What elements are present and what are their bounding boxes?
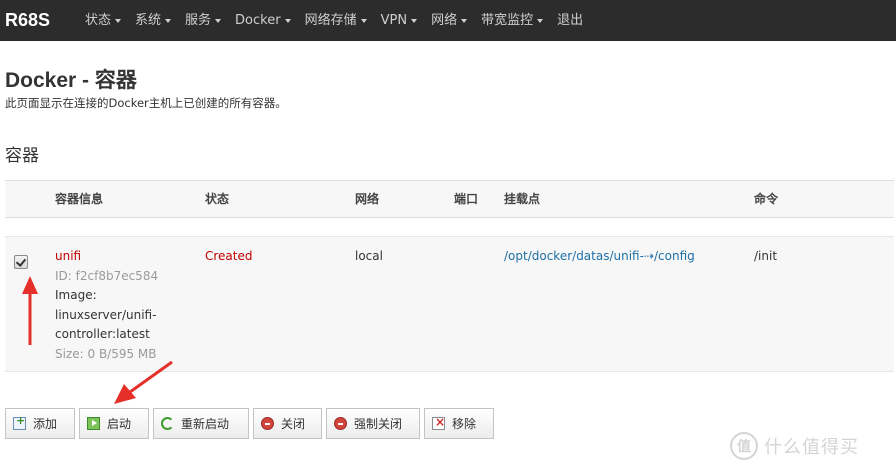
container-id: ID: f2cf8b7ec584	[55, 268, 159, 283]
menu-status[interactable]: 状态	[78, 0, 128, 41]
kill-button[interactable]: 强制关闭	[326, 408, 420, 439]
watermark-text: 什么值得买	[764, 437, 859, 458]
caret-down-icon	[115, 18, 122, 23]
col-command: 命令	[754, 192, 779, 206]
caret-down-icon	[537, 18, 544, 23]
stop-icon	[261, 417, 274, 430]
row-select-checkbox[interactable]	[14, 255, 28, 269]
col-container-info: 容器信息	[55, 192, 104, 206]
caret-down-icon	[165, 18, 172, 23]
restart-icon	[161, 417, 174, 430]
menu-bandwidth[interactable]: 带宽监控	[474, 0, 550, 41]
container-network: local	[355, 249, 383, 263]
col-mounts: 挂载点	[504, 192, 541, 206]
col-network: 网络	[355, 192, 380, 206]
col-status: 状态	[205, 192, 230, 206]
container-image-label: Image:	[55, 288, 97, 302]
container-status: Created	[205, 249, 253, 263]
restart-button[interactable]: 重新启动	[153, 408, 249, 439]
add-icon	[13, 414, 26, 430]
action-toolbar: 添加 启动 重新启动 关闭 强制关闭 移除	[5, 408, 494, 439]
menu-vpn[interactable]: VPN	[374, 0, 424, 41]
caret-down-icon	[461, 18, 468, 23]
menu-services[interactable]: 服务	[178, 0, 228, 41]
kill-icon	[334, 417, 347, 430]
add-button[interactable]: 添加	[5, 408, 75, 439]
start-icon	[87, 417, 100, 430]
watermark: 值 什么值得买	[730, 432, 859, 460]
container-image-line2: controller:latest	[55, 327, 150, 341]
remove-icon	[432, 415, 445, 430]
brand-logo[interactable]: R68S	[0, 10, 78, 31]
start-button[interactable]: 启动	[79, 408, 149, 439]
caret-down-icon	[215, 18, 222, 23]
page-description: 此页面显示在连接的Docker主机上已创建的所有容器。	[5, 96, 287, 110]
remove-button[interactable]: 移除	[424, 408, 494, 439]
top-navbar: R68S 状态 系统 服务 Docker 网络存储 VPN 网络 带宽监控 退出	[0, 0, 896, 41]
caret-down-icon	[360, 18, 367, 23]
container-info-cell: unifi ID: f2cf8b7ec584 Image: linuxserve…	[55, 247, 158, 364]
page-title: Docker - 容器	[5, 69, 137, 92]
menu-docker[interactable]: Docker	[228, 0, 298, 41]
watermark-logo: 值	[730, 432, 758, 460]
col-ports: 端口	[454, 192, 479, 206]
caret-down-icon	[284, 18, 291, 23]
stop-button[interactable]: 关闭	[253, 408, 322, 439]
container-name-link[interactable]: unifi	[55, 247, 158, 267]
menu-network[interactable]: 网络	[424, 0, 474, 41]
menu-system[interactable]: 系统	[128, 0, 178, 41]
container-image-line1: linuxserver/unifi-	[55, 307, 157, 322]
section-title: 容器	[5, 146, 39, 166]
main-menu: 状态 系统 服务 Docker 网络存储 VPN 网络 带宽监控 退出	[78, 0, 590, 41]
menu-nas[interactable]: 网络存储	[298, 0, 374, 41]
container-size: Size: 0 B/595 MB	[55, 346, 157, 361]
menu-logout[interactable]: 退出	[550, 0, 590, 41]
container-mounts[interactable]: /opt/docker/datas/unifi-⇢/config	[504, 247, 695, 267]
container-command: /init	[754, 249, 778, 263]
table-row: unifi ID: f2cf8b7ec584 Image: linuxserve…	[5, 236, 894, 372]
table-header: 容器信息 状态 网络 端口 挂载点 命令	[5, 180, 894, 218]
caret-down-icon	[411, 18, 418, 23]
